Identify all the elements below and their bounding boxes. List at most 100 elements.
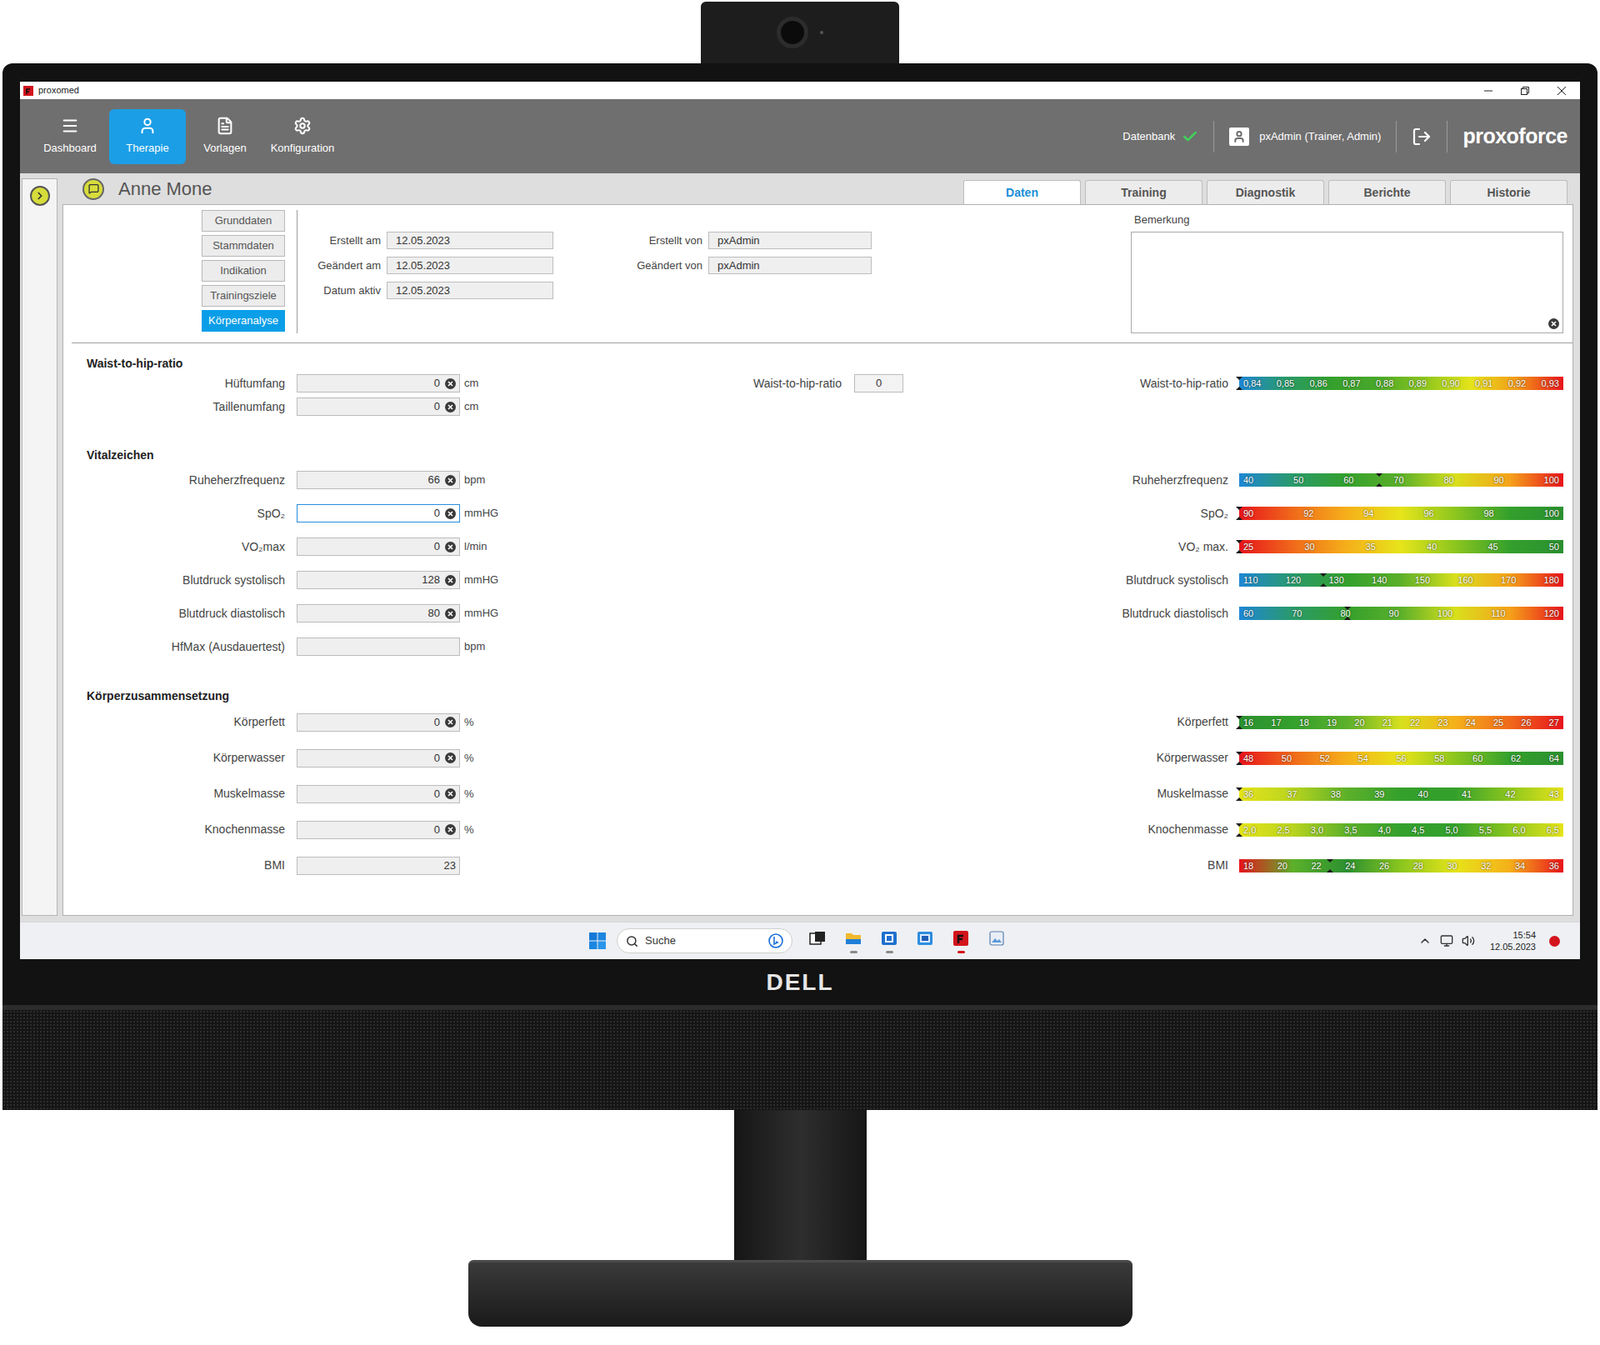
- range-scale: 110120130140150160170180: [1239, 573, 1564, 587]
- scale-tick: 16: [1243, 715, 1254, 730]
- windows-start-icon[interactable]: [588, 931, 607, 950]
- scale-marker: [1344, 606, 1351, 620]
- field-unit: %: [460, 714, 510, 731]
- tab[interactable]: Training: [1085, 180, 1203, 205]
- scale-tick: 5,5: [1479, 823, 1492, 837]
- text-field[interactable]: 0: [296, 537, 460, 556]
- taskbar-app[interactable]: [802, 923, 833, 959]
- scale-tick: 80: [1340, 606, 1350, 620]
- scale-tick: 0,91: [1475, 376, 1493, 390]
- note-button[interactable]: [82, 178, 105, 200]
- taskbar-app[interactable]: [945, 923, 976, 959]
- clear-icon[interactable]: [445, 824, 456, 835]
- search-box[interactable]: Suche: [616, 928, 793, 954]
- clear-icon[interactable]: [445, 401, 456, 413]
- text-field[interactable]: 0: [296, 504, 460, 523]
- scale-tick: 60: [1243, 606, 1254, 620]
- text-field[interactable]: 0: [296, 397, 460, 416]
- clear-icon[interactable]: [445, 716, 456, 728]
- close-button[interactable]: [1543, 81, 1580, 100]
- clear-icon[interactable]: [1548, 318, 1560, 330]
- range-scale: 253035404550: [1239, 540, 1564, 554]
- network-icon[interactable]: [1440, 934, 1454, 948]
- text-field[interactable]: 80: [296, 604, 460, 623]
- stand-base: [468, 1260, 1133, 1327]
- clear-icon[interactable]: [445, 752, 456, 764]
- field-label: Taillenumfang: [63, 398, 297, 416]
- text-field[interactable]: 0: [296, 820, 460, 840]
- nav-item[interactable]: Konfiguration: [264, 109, 341, 165]
- field-unit: bpm: [460, 471, 510, 489]
- measurement-row: Blutdruck diastolisch80mmHGBlutdruck dia…: [63, 596, 1573, 630]
- range-scale: 405060708090100: [1239, 473, 1564, 487]
- clock[interactable]: 15:5412.05.2023: [1490, 929, 1536, 953]
- scale-tick: 160: [1457, 573, 1473, 587]
- scale-tick: 60: [1472, 751, 1483, 765]
- text-field[interactable]: 0: [296, 785, 460, 804]
- scale-tick: 25: [1493, 715, 1504, 730]
- nav-item[interactable]: Dashboard: [31, 109, 109, 165]
- scale-tick: 22: [1410, 715, 1420, 730]
- taskbar-app[interactable]: [874, 923, 905, 959]
- logout-icon[interactable]: [1411, 126, 1432, 147]
- section: VitalzeichenRuheherzfrequenz66bpmRuheher…: [63, 418, 1573, 664]
- sub-nav-item[interactable]: Grunddaten: [201, 210, 285, 232]
- marker-bottom-icon: [1320, 583, 1327, 587]
- scale-label: Blutdruck systolisch: [1125, 571, 1240, 590]
- nav-item[interactable]: Vorlagen: [186, 109, 264, 165]
- text-field[interactable]: [296, 637, 460, 656]
- scale-tick: 34: [1515, 859, 1525, 873]
- taskbar-app[interactable]: [981, 923, 1012, 959]
- meta-value: 12.05.2023: [386, 281, 554, 300]
- user-info[interactable]: pxAdmin (Trainer, Admin): [1229, 127, 1381, 146]
- scale-tick: 43: [1549, 787, 1560, 801]
- sub-nav-item[interactable]: Trainingsziele: [201, 285, 285, 307]
- database-status: Datenbank: [1122, 128, 1199, 145]
- tab[interactable]: Daten: [963, 180, 1081, 205]
- field-value: 66: [428, 471, 440, 489]
- scale-tick: 90: [1389, 606, 1400, 620]
- tray-chevron-icon[interactable]: [1418, 934, 1432, 948]
- marker-bottom-icon: [1375, 483, 1383, 487]
- text-field[interactable]: 0: [296, 713, 460, 732]
- section: Waist-to-hip-ratioHüftumfang0cmWaist-to-…: [63, 343, 1573, 419]
- taskbar-app[interactable]: [838, 923, 869, 959]
- clear-icon[interactable]: [445, 378, 456, 390]
- scale-tick: 80: [1443, 473, 1454, 487]
- field-value: 0: [434, 505, 440, 522]
- nav-item[interactable]: Therapie: [109, 109, 186, 165]
- clear-icon[interactable]: [445, 508, 456, 520]
- field-label: Muskelmasse: [63, 785, 297, 803]
- volume-icon[interactable]: [1461, 934, 1475, 948]
- text-field[interactable]: 66: [296, 470, 460, 490]
- taskbar-app[interactable]: [910, 923, 940, 959]
- tab[interactable]: Diagnostik: [1206, 180, 1325, 205]
- sub-nav-item[interactable]: Indikation: [201, 260, 285, 282]
- text-field[interactable]: 0: [296, 374, 460, 393]
- expand-button[interactable]: [30, 185, 50, 206]
- clear-icon[interactable]: [445, 608, 456, 620]
- tab[interactable]: Berichte: [1328, 180, 1446, 205]
- tab[interactable]: Historie: [1450, 180, 1568, 205]
- clear-icon[interactable]: [445, 475, 456, 486]
- scale-tick: 22: [1311, 859, 1322, 873]
- text-field[interactable]: 0: [296, 749, 460, 768]
- remark-textarea[interactable]: [1130, 231, 1564, 334]
- minimize-button[interactable]: [1470, 81, 1507, 100]
- marker-top-icon: [1235, 376, 1243, 380]
- marker-bottom-icon: [1235, 386, 1243, 390]
- restore-button[interactable]: [1506, 81, 1544, 100]
- text-field[interactable]: 23: [296, 856, 460, 875]
- scale-tick: 36: [1549, 859, 1560, 873]
- clear-icon[interactable]: [445, 575, 456, 586]
- notification-badge-icon[interactable]: [1549, 935, 1560, 947]
- sub-nav-item[interactable]: Stammdaten: [201, 235, 285, 257]
- clear-icon[interactable]: [445, 788, 456, 800]
- text-field[interactable]: 128: [296, 570, 460, 590]
- clear-icon[interactable]: [445, 541, 456, 553]
- active-indicator: [957, 950, 965, 954]
- field-value: 0: [434, 785, 440, 803]
- scale-tick: 3,5: [1344, 823, 1357, 837]
- side-strip: [20, 173, 58, 922]
- sub-nav-item[interactable]: Körperanalyse: [201, 310, 285, 332]
